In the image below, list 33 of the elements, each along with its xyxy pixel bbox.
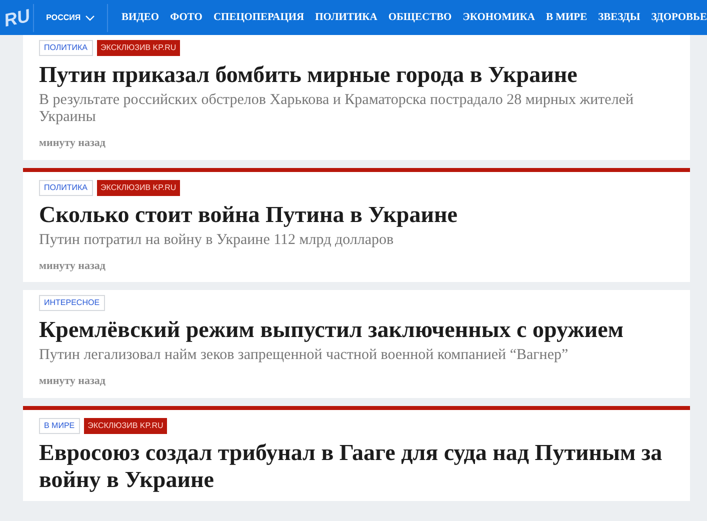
timestamp: минуту назад [39, 374, 106, 389]
category-tag[interactable]: ПОЛИТИКА [39, 40, 93, 56]
news-card[interactable]: ПОЛИТИКА ЭКСКЛЮЗИВ KP.RU Путин приказал бомбить мирные города в Украине В результате российских обстрелов Харькова и Краматорска пострадало 28 мирных жителей Украины минуту назад [23, 35, 690, 160]
nav-link[interactable]: ОБЩЕСТВО [388, 10, 452, 26]
article-summary: Путин легализовал найм зеков запрещенной частной военной компанией “Вагнер” [39, 347, 570, 364]
nav-link[interactable]: ПОЛИТИКА [315, 10, 378, 26]
nav-link[interactable]: ЗДОРОВЬЕ [651, 10, 707, 26]
headline[interactable]: Сколько стоит война Путина в Украине [39, 200, 674, 228]
article-summary: Путин потратил на войну в Украине 112 млрд долларов [39, 232, 395, 248]
category-tag[interactable]: В МИРЕ [39, 418, 80, 434]
nav-link[interactable]: ЭКОНОМИКА [462, 10, 535, 26]
site-logo[interactable]: RU [2, 6, 32, 29]
category-tag[interactable]: ИНТЕРЕСНОЕ [39, 295, 105, 311]
category-tag[interactable]: ПОЛИТИКА [39, 180, 93, 196]
chevron-down-icon [84, 14, 95, 20]
news-card[interactable]: В МИРЕ ЭКСКЛЮЗИВ KP.RU Евросоюз создал трибунал в Гааге для суда над Путиным за войну в Украине [23, 406, 690, 500]
news-card[interactable]: ИНТЕРЕСНОЕ Кремлёвский режим выпустил заключенных с оружием Путин легализовал найм зеков запрещенной частной военной компанией “Вагнер” минуту назад [23, 290, 690, 398]
exclusive-tag[interactable]: ЭКСКЛЮЗИВ KP.RU [96, 40, 180, 56]
exclusive-tag[interactable]: ЭКСКЛЮЗИВ KP.RU [96, 180, 180, 196]
nav-link[interactable]: ЗВЕЗДЫ [598, 10, 640, 26]
headline[interactable]: Евросоюз создал трибунал в Гааге для суда над Путиным за войну в Украине [39, 438, 674, 492]
news-card[interactable]: ПОЛИТИКА ЭКСКЛЮЗИВ KP.RU Сколько стоит война Путина в Украине Путин потратил на войну в Украине 112 млрд долларов минуту назад [23, 168, 690, 282]
region-dropdown[interactable]: РОССИЯ [34, 12, 107, 24]
nav-link[interactable]: В МИРЕ [546, 10, 588, 26]
headline[interactable]: Кремлёвский режим выпустил заключенных с оружием [39, 316, 674, 343]
timestamp: минуту назад [39, 136, 106, 151]
nav-link[interactable]: ВИДЕО [122, 10, 160, 26]
headline[interactable]: Путин приказал бомбить мирные города в Украине [39, 61, 674, 88]
exclusive-tag[interactable]: ЭКСКЛЮЗИВ KP.RU [84, 418, 168, 434]
nav-link[interactable]: СПЕЦОПЕРАЦИЯ [213, 10, 304, 26]
article-summary: В результате российских обстрелов Харькова и Краматорска пострадало 28 мирных жителей Украины [39, 92, 634, 126]
nav-link[interactable]: ФОТО [170, 10, 202, 26]
timestamp: минуту назад [39, 258, 106, 274]
